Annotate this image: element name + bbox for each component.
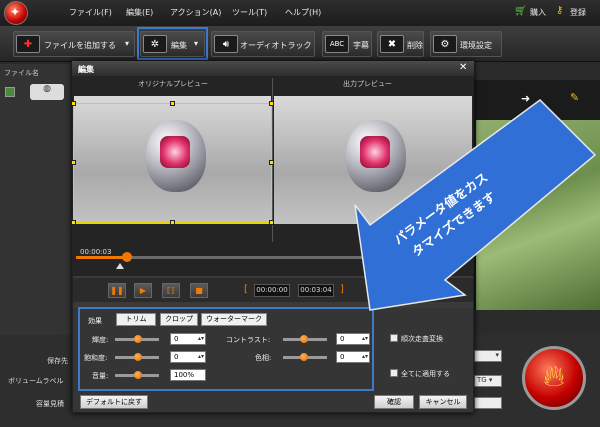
end-time-field[interactable]: 00:03:04: [298, 284, 334, 297]
set-start-bracket-icon[interactable]: [: [244, 284, 248, 295]
add-icon: ✚: [16, 35, 40, 53]
volume-select[interactable]: TG ▾: [474, 375, 502, 387]
menu-help[interactable]: ヘルプ(H): [285, 7, 321, 18]
seek-progress: [76, 256, 124, 259]
delete-label: 削除: [407, 41, 423, 50]
buy-link[interactable]: 購入: [530, 7, 546, 18]
menu-tools[interactable]: ツール(T): [232, 7, 267, 18]
current-time: 00:00:03: [80, 248, 112, 256]
dialog-title-bar: [72, 61, 474, 76]
gear-icon: ⚙: [433, 35, 457, 53]
key-icon[interactable]: ⚷: [556, 5, 563, 16]
format-select[interactable]: ▾: [474, 350, 502, 362]
add-file-label: ファイルを追加する: [44, 41, 116, 50]
output-preview-label: 出力プレビュー: [343, 80, 392, 88]
capacity-select[interactable]: [474, 397, 502, 409]
speaker-icon: 🔊︎: [214, 35, 238, 53]
crop-handle[interactable]: [170, 101, 175, 106]
seek-knob[interactable]: [122, 252, 132, 262]
ok-button[interactable]: 確認: [374, 395, 414, 409]
restore-default-button[interactable]: デフォルトに戻す: [80, 395, 148, 409]
volume-label-label: ボリュームラベル: [8, 377, 64, 385]
file-name-header: ファイル名: [4, 69, 39, 77]
deinterlace-label: 順次走査変換: [401, 335, 443, 343]
app-logo: ✦: [4, 1, 28, 25]
cart-icon[interactable]: 🛒︎: [514, 6, 527, 17]
callout-arrow: パラメータ値をカス タマイズできます: [354, 99, 597, 311]
abc-icon: ABC: [325, 35, 349, 53]
original-preview-label: オリジナルプレビュー: [138, 80, 208, 88]
cancel-button[interactable]: キャンセル: [419, 395, 467, 409]
menu-edit[interactable]: 編集(E): [126, 7, 153, 18]
trim-start-marker[interactable]: [116, 263, 124, 269]
pause-icon[interactable]: ❚❚: [108, 283, 126, 298]
stop-icon[interactable]: ■: [190, 283, 208, 298]
apply-all-checkbox[interactable]: [390, 369, 398, 377]
convert-burn-button[interactable]: 🔥︎: [522, 346, 586, 410]
params-highlight: [78, 307, 374, 391]
play-icon[interactable]: ▶: [134, 283, 152, 298]
audio-track-button[interactable]: 🔊︎ オーディオトラック: [211, 31, 315, 57]
subtitle-label: 字幕: [353, 41, 369, 50]
settings-button[interactable]: ⚙ 環境設定: [430, 31, 502, 57]
start-time-field[interactable]: 00:00:00: [254, 284, 290, 297]
crop-handle[interactable]: [170, 220, 175, 225]
settings-label: 環境設定: [460, 41, 492, 50]
file-checkbox[interactable]: [5, 87, 15, 97]
deinterlace-checkbox[interactable]: [390, 334, 398, 342]
crop-handle[interactable]: [71, 101, 76, 106]
save-to-label: 保存先: [47, 357, 68, 365]
close-icon[interactable]: ✕: [459, 62, 467, 73]
register-link[interactable]: 登録: [570, 7, 586, 18]
capacity-label: 容量見積: [36, 400, 64, 408]
add-file-button[interactable]: ✚ ファイルを追加する ▾: [13, 31, 135, 57]
crop-handle[interactable]: [71, 220, 76, 225]
frame-step-icon[interactable]: ⟦⟧: [162, 283, 180, 298]
crop-handle[interactable]: [71, 160, 76, 165]
file-thumbnail[interactable]: ◍: [30, 84, 64, 100]
audio-track-label: オーディオトラック: [240, 41, 312, 50]
dialog-title: 編集: [78, 65, 94, 74]
set-end-bracket-icon[interactable]: ]: [340, 284, 344, 295]
crop-frame[interactable]: [73, 103, 272, 223]
delete-icon: ✖: [380, 35, 404, 53]
menu-action[interactable]: アクション(A): [170, 7, 221, 18]
apply-all-label: 全てに適用する: [401, 370, 450, 378]
menu-file[interactable]: ファイル(F): [69, 7, 112, 18]
delete-button[interactable]: ✖ 削除: [377, 31, 424, 57]
subtitle-button[interactable]: ABC 字幕: [322, 31, 372, 57]
edit-button-highlight: [137, 27, 208, 60]
dropdown-arrow-icon[interactable]: ▾: [125, 39, 129, 48]
